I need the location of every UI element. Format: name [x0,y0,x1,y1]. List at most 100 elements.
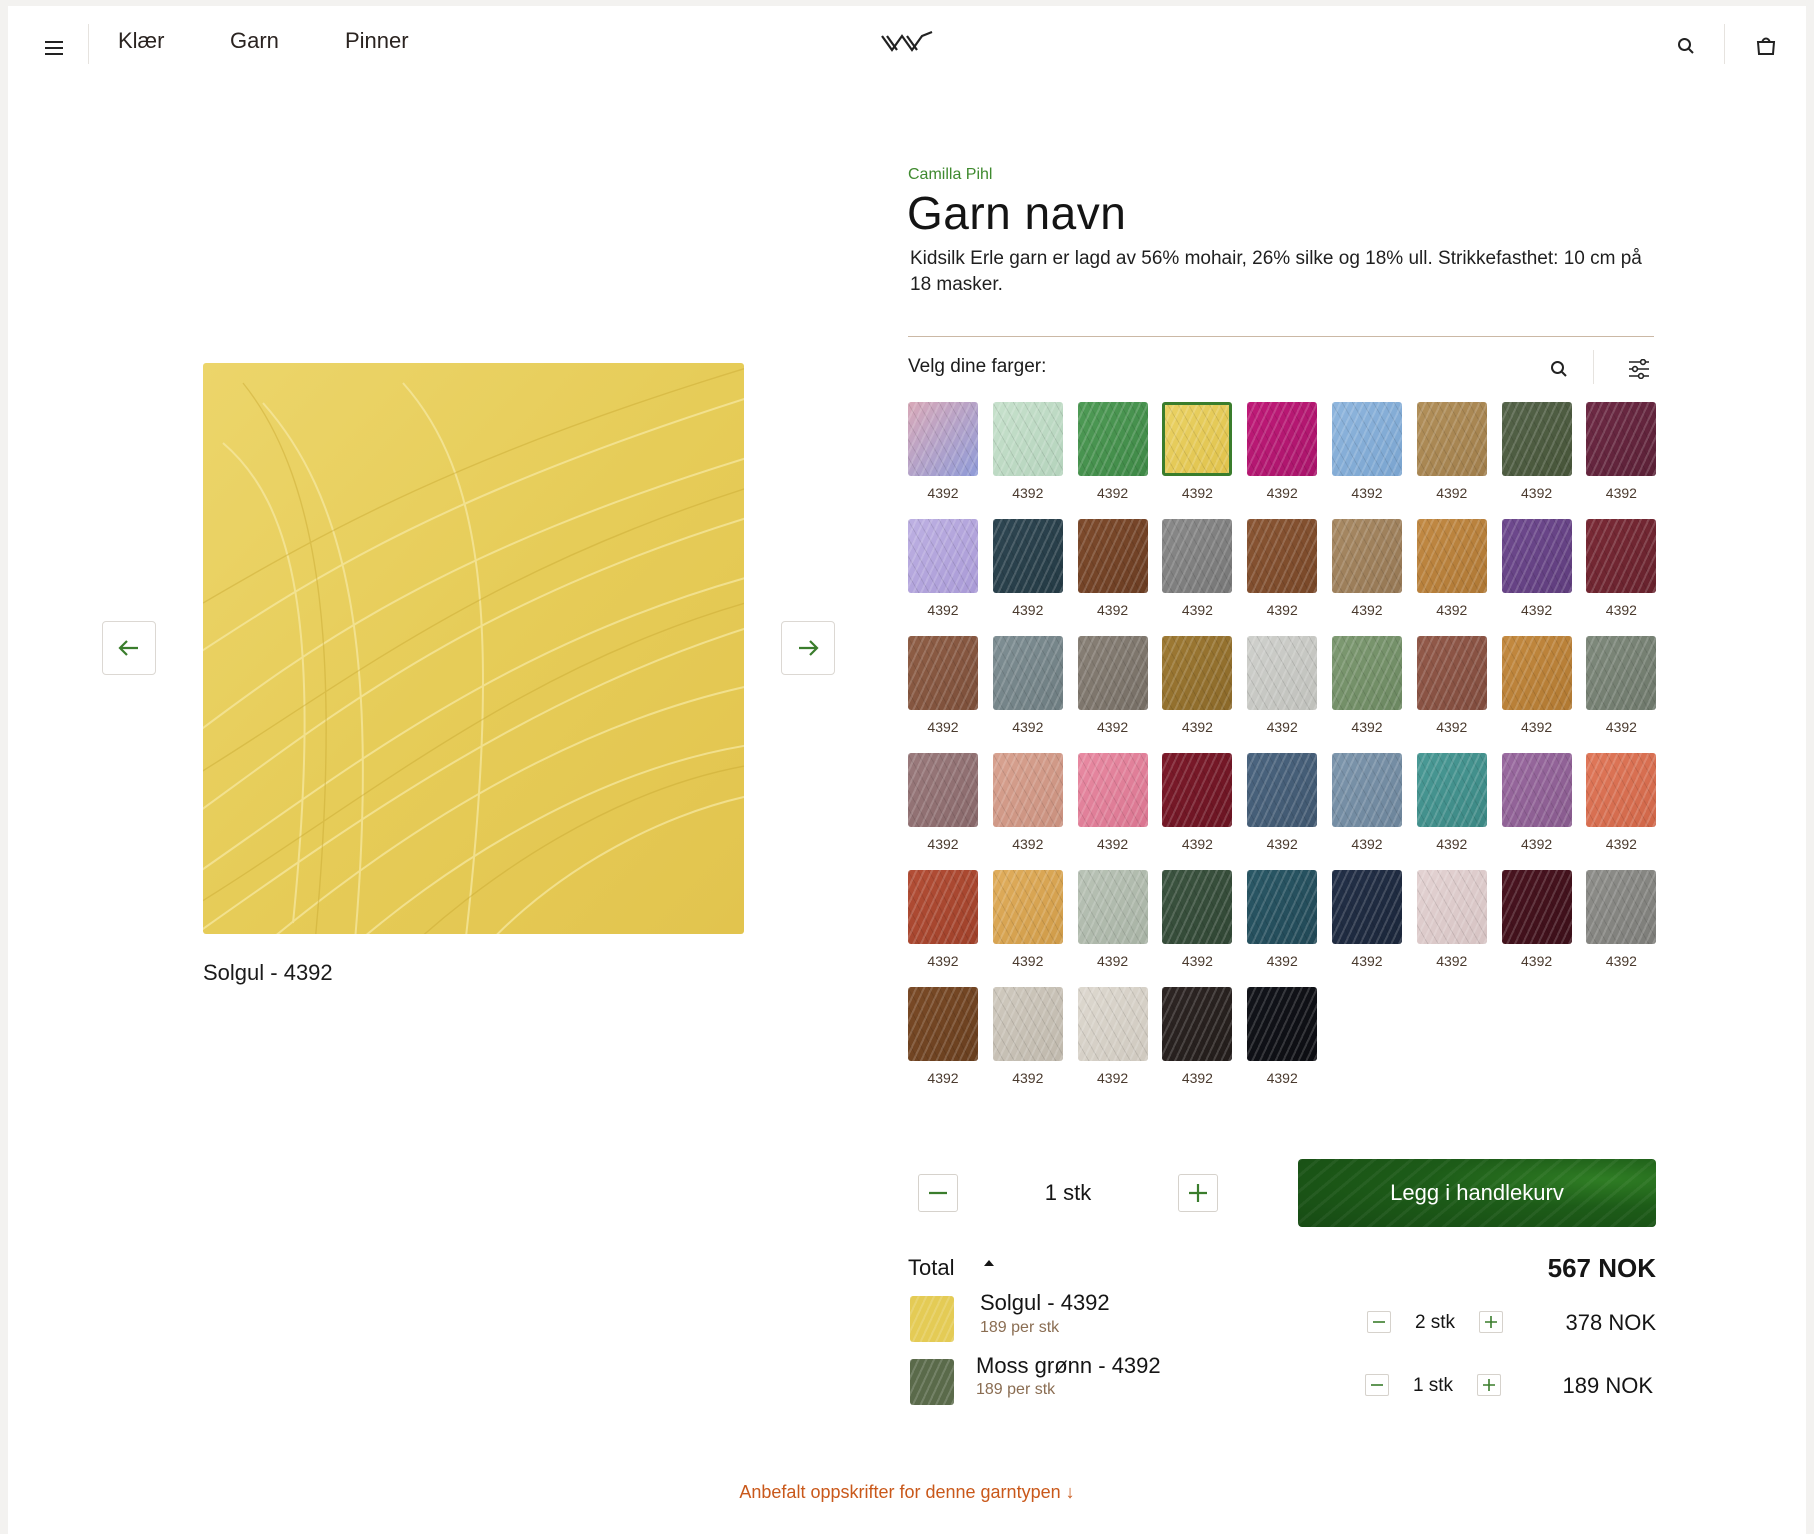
next-image-button[interactable] [781,621,835,675]
color-swatch[interactable]: 4392 [1586,402,1657,501]
swatch-chip [992,402,1063,476]
product-image [203,363,744,934]
color-swatch[interactable]: 4392 [1586,870,1657,969]
color-swatch[interactable]: 4392 [1586,519,1657,618]
swatch-chip [992,870,1063,944]
color-swatch[interactable]: 4392 [1247,753,1318,852]
swatch-number: 4392 [1097,719,1129,735]
color-swatch[interactable]: 4392 [1331,753,1402,852]
color-swatch[interactable]: 4392 [1586,753,1657,852]
color-swatch[interactable]: 4392 [1416,519,1487,618]
color-swatch[interactable]: 4392 [1077,987,1148,1086]
swatch-number: 4392 [1521,836,1553,852]
color-swatch[interactable]: 4392 [908,636,978,735]
collapse-toggle[interactable] [984,1256,994,1270]
color-swatch[interactable]: 4392 [1416,402,1487,501]
color-swatch[interactable]: 4392 [1247,636,1318,735]
line-decrease-button[interactable] [1365,1374,1389,1396]
color-swatch[interactable]: 4392 [992,402,1063,501]
swatch-number: 4392 [1181,836,1213,852]
nav-item-garn[interactable]: Garn [230,28,279,54]
color-swatch[interactable]: 4392 [1162,987,1233,1086]
line-item-unit-price: 189 per stk [976,1381,1056,1398]
brand-link[interactable]: Camilla Pihl [908,166,992,184]
color-swatch[interactable]: 4392 [908,519,978,618]
color-swatch[interactable]: 4392 [1416,636,1487,735]
cart-button[interactable] [1748,28,1784,64]
color-filter-button[interactable] [1622,352,1656,386]
yarn-image [203,363,744,934]
color-swatch[interactable]: 4392 [1586,636,1657,735]
color-swatch[interactable]: 4392 [992,870,1063,969]
color-swatch[interactable]: 4392 [1077,519,1148,618]
logo[interactable] [880,30,934,61]
color-swatch[interactable]: 4392 [1416,753,1487,852]
color-swatch[interactable]: 4392 [908,870,978,969]
color-swatch[interactable]: 4392 [1247,987,1318,1086]
color-swatch[interactable]: 4392 [1162,402,1233,501]
swatch-number: 4392 [1521,719,1553,735]
search-button[interactable] [1668,28,1704,64]
line-increase-button[interactable] [1479,1311,1503,1333]
line-increase-button[interactable] [1477,1374,1501,1396]
swatch-chip [1077,870,1148,944]
swatch-chip [1501,753,1572,827]
swatch-number: 4392 [1521,602,1553,618]
color-swatch[interactable]: 4392 [908,753,978,852]
color-swatch[interactable]: 4392 [1501,753,1572,852]
color-swatch[interactable]: 4392 [1162,753,1233,852]
color-swatch[interactable]: 4392 [1077,402,1148,501]
quantity-value: 1 stk [1044,1180,1092,1205]
color-swatch[interactable]: 4392 [1501,636,1572,735]
color-search-button[interactable] [1542,352,1576,386]
shopping-bag-icon [1756,37,1776,55]
color-swatch[interactable]: 4392 [1501,402,1572,501]
line-decrease-button[interactable] [1367,1311,1391,1333]
swatch-number: 4392 [1605,836,1637,852]
add-to-cart-button[interactable]: Legg i handlekurv [1298,1159,1656,1227]
color-swatch[interactable]: 4392 [908,402,978,501]
swatch-number: 4392 [1266,953,1298,969]
nav-item-pinner[interactable]: Pinner [345,28,409,54]
color-swatch[interactable]: 4392 [1501,519,1572,618]
swatch-number: 4392 [1351,836,1383,852]
color-swatch[interactable]: 4392 [992,636,1063,735]
color-swatch[interactable]: 4392 [1247,519,1318,618]
swatch-chip [1077,519,1148,593]
divider [1593,350,1594,384]
recommended-patterns-link[interactable]: Anbefalt oppskrifter for denne garntypen… [8,1482,1806,1503]
color-swatch[interactable]: 4392 [992,519,1063,618]
swatch-number: 4392 [927,485,959,501]
color-swatch[interactable]: 4392 [1162,519,1233,618]
color-swatch[interactable]: 4392 [1162,870,1233,969]
nav-item-klaer[interactable]: Klær [118,28,164,54]
quantity-increase-button[interactable] [1178,1174,1218,1212]
prev-image-button[interactable] [102,621,156,675]
color-swatch[interactable]: 4392 [1077,870,1148,969]
quantity-decrease-button[interactable] [918,1174,958,1212]
swatch-chip [1586,402,1657,476]
color-swatch[interactable]: 4392 [1331,636,1402,735]
line-item-unit-price: 189 per stk [980,1319,1060,1336]
line-item-quantity: 1 stk [1412,1375,1454,1396]
color-swatch[interactable]: 4392 [1247,402,1318,501]
color-swatch[interactable]: 4392 [1162,636,1233,735]
swatch-number: 4392 [1266,602,1298,618]
color-swatch[interactable]: 4392 [1501,870,1572,969]
color-swatch[interactable]: 4392 [1331,870,1402,969]
swatch-chip [908,402,978,476]
color-swatch[interactable]: 4392 [992,987,1063,1086]
color-swatch[interactable]: 4392 [1247,870,1318,969]
color-swatch[interactable]: 4392 [1077,636,1148,735]
swatch-number: 4392 [1436,836,1468,852]
color-swatch[interactable]: 4392 [992,753,1063,852]
menu-button[interactable] [36,30,72,66]
color-swatch[interactable]: 4392 [1077,753,1148,852]
menu-icon [45,41,63,55]
swatch-chip [1501,402,1572,476]
color-swatch[interactable]: 4392 [1331,519,1402,618]
color-swatch[interactable]: 4392 [908,987,978,1086]
color-swatch[interactable]: 4392 [1331,402,1402,501]
color-swatch[interactable]: 4392 [1416,870,1487,969]
swatch-chip [1416,519,1487,593]
